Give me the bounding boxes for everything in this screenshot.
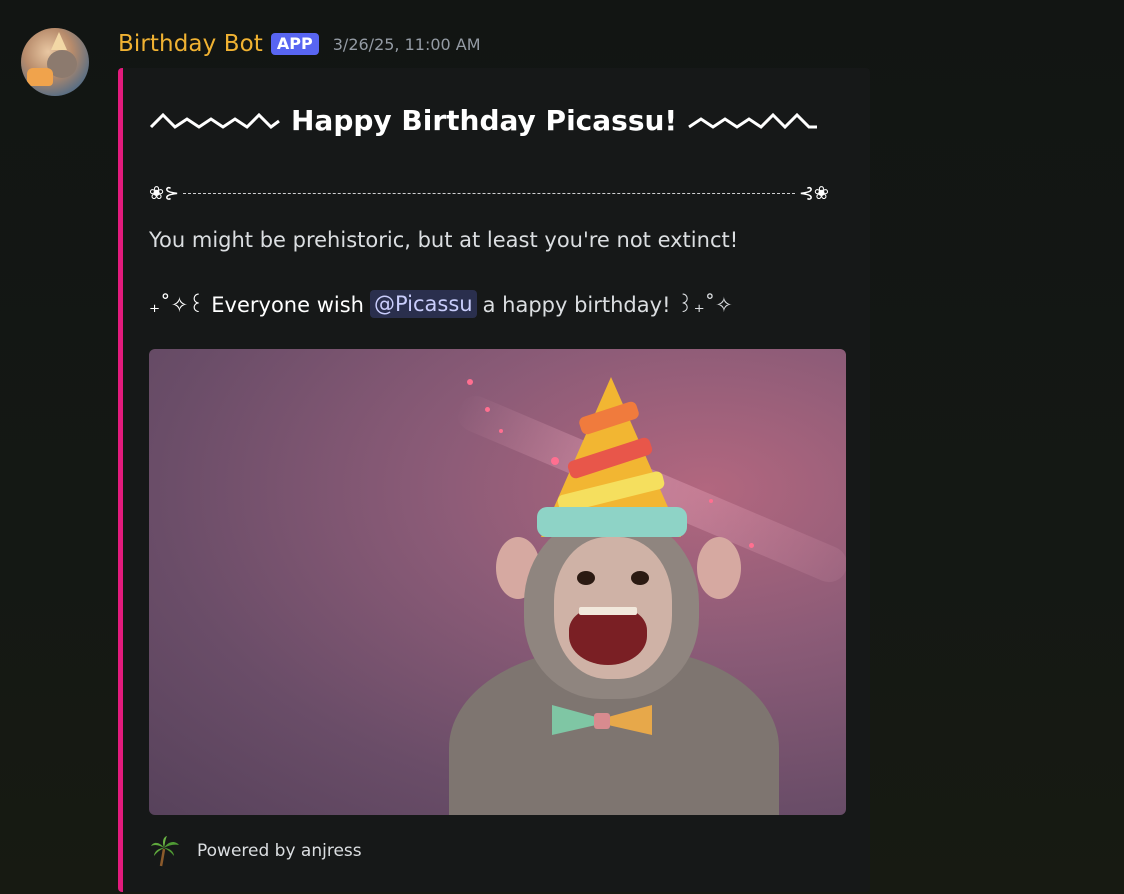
embed-wish-line: ₊˚✧꒰ Everyone wish @Picassu a happy birt… [149, 290, 733, 318]
sparkle-dot [499, 429, 503, 433]
monkey-ear [697, 537, 741, 599]
divider-left-ornament: ❀⊱ [149, 182, 180, 204]
flower-divider: ❀⊱ ⊰❀ [149, 180, 829, 206]
embed-footer: Powered by anjress [149, 836, 362, 867]
sparkle-dot [485, 407, 490, 412]
bot-avatar[interactable] [21, 28, 89, 96]
message-timestamp[interactable]: 3/26/25, 11:00 AM [333, 35, 481, 54]
message-header: Birthday Bot APP 3/26/25, 11:00 AM [118, 28, 481, 60]
embed-title-text: Happy Birthday Picassu! [291, 104, 678, 137]
sparkle-dot [709, 499, 713, 503]
sparkle-dot [749, 543, 754, 548]
user-mention[interactable]: @Picassu [369, 290, 477, 318]
sparkle-dot [467, 379, 473, 385]
author-username[interactable]: Birthday Bot [118, 31, 263, 57]
divider-line [183, 192, 795, 194]
monkey-eye [577, 571, 595, 585]
divider-right-ornament: ⊰❀ [798, 182, 829, 204]
embed-title: Happy Birthday Picassu! [149, 104, 819, 137]
zigzag-ornament-icon [688, 112, 818, 129]
avatar-party-hat [51, 32, 67, 50]
embed-description-line: You might be prehistoric, but at least y… [149, 228, 739, 252]
monkey-mouth [569, 607, 647, 665]
monkey-eye [631, 571, 649, 585]
avatar-cake [27, 68, 53, 86]
wish-suffix: a happy birthday! ꒱₊˚✧ [482, 293, 733, 317]
monkey-teeth [579, 607, 637, 615]
app-badge: APP [270, 33, 319, 55]
embed-image[interactable] [149, 349, 846, 815]
bowtie-icon [552, 705, 652, 735]
hat-band [537, 507, 687, 537]
footer-text: Powered by anjress [197, 841, 362, 861]
palm-tree-icon [151, 836, 179, 867]
chat-message: Birthday Bot APP 3/26/25, 11:00 AM Happy… [0, 0, 1124, 894]
zigzag-ornament-icon [149, 112, 280, 129]
wish-prefix: ₊˚✧꒰ Everyone wish [149, 293, 364, 317]
embed-card: Happy Birthday Picassu! ❀⊱ ⊰❀ You might … [118, 68, 870, 892]
